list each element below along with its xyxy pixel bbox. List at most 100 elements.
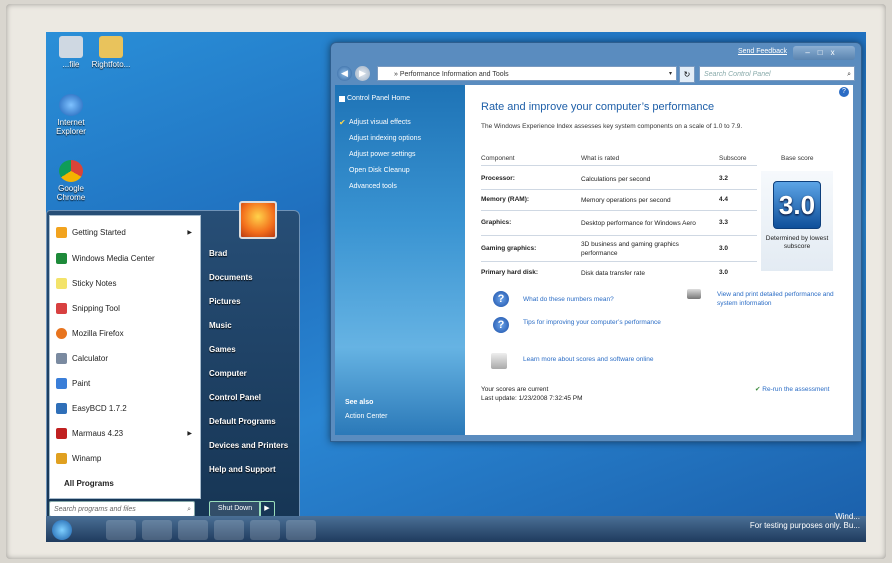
help-icon: ?: [493, 317, 509, 333]
start-item-help[interactable]: Help and Support: [209, 465, 276, 474]
program-item[interactable]: Sticky Notes: [56, 273, 196, 295]
print-details-link[interactable]: View and print detailed performance and …: [717, 290, 849, 308]
software-icon: [491, 353, 507, 369]
start-item-devices[interactable]: Devices and Printers: [209, 441, 288, 450]
program-label: Getting Started: [72, 228, 126, 237]
program-item[interactable]: Marmaus 4.23 ▶: [56, 423, 196, 445]
see-also-heading: See also: [345, 399, 374, 406]
programs-list: Getting Started ▶ Windows Media Center St…: [49, 215, 201, 499]
action-center-link[interactable]: Action Center: [345, 413, 387, 420]
forward-button[interactable]: ▶: [355, 66, 370, 81]
program-label: Snipping Tool: [72, 304, 120, 313]
program-item[interactable]: Paint: [56, 373, 196, 395]
title-bar[interactable]: Send Feedback –□x: [331, 43, 861, 63]
desktop-icon-photo[interactable]: Rightfoto...: [88, 36, 134, 69]
program-item[interactable]: EasyBCD 1.7.2: [56, 398, 196, 420]
program-item[interactable]: Mozilla Firefox: [56, 323, 196, 345]
row-what: Memory operations per second: [581, 196, 671, 204]
address-row: ◀ ▶ » Performance Information and Tools …: [335, 65, 857, 83]
link-label: Control Panel Home: [347, 95, 411, 102]
left-pane: Control Panel Home ✔ Adjust visual effec…: [335, 85, 465, 435]
taskbar-button[interactable]: [250, 520, 280, 540]
learn-more-link[interactable]: Learn more about scores and software onl…: [523, 355, 663, 364]
header-component: Component: [481, 155, 515, 162]
desktop-icon-chrome[interactable]: Google Chrome: [48, 160, 94, 202]
start-button[interactable]: [52, 520, 72, 540]
help-icon[interactable]: ?: [839, 87, 849, 97]
row-what: Disk data transfer rate: [581, 269, 645, 277]
program-item[interactable]: Snipping Tool: [56, 298, 196, 320]
media-center-icon: [56, 253, 67, 264]
program-label: Sticky Notes: [72, 279, 117, 288]
program-label: Marmaus 4.23: [72, 429, 124, 438]
row-component: Memory (RAM):: [481, 196, 530, 203]
chevron-down-icon[interactable]: ▾: [669, 67, 672, 82]
row-what: Desktop performance for Windows Aero: [581, 219, 696, 227]
adjust-indexing-link[interactable]: Adjust indexing options: [349, 135, 421, 142]
address-text: » Performance Information and Tools: [394, 71, 509, 78]
calculator-icon: [56, 353, 67, 364]
header-what: What is rated: [581, 155, 620, 162]
advanced-tools-link[interactable]: Advanced tools: [349, 183, 397, 190]
status-text: Your scores are current Last update: 1/2…: [481, 385, 583, 403]
row-what: Calculations per second: [581, 175, 651, 183]
disk-cleanup-link[interactable]: Open Disk Cleanup: [349, 167, 410, 174]
start-item-default-programs[interactable]: Default Programs: [209, 417, 276, 426]
user-avatar[interactable]: [239, 201, 277, 239]
start-item-music[interactable]: Music: [209, 321, 232, 330]
numbers-meaning-link[interactable]: What do these numbers mean?: [523, 296, 614, 303]
row-component: Processor:: [481, 175, 515, 182]
divider: [481, 210, 757, 211]
refresh-button[interactable]: ↻: [679, 66, 695, 83]
control-panel-search[interactable]: Search Control Panel ⌕: [699, 66, 855, 81]
shutdown-options-button[interactable]: ▶: [259, 501, 275, 517]
control-panel-home-link[interactable]: Control Panel Home: [339, 95, 411, 102]
send-feedback-link[interactable]: Send Feedback: [738, 48, 787, 55]
chevron-right-icon[interactable]: ▶: [187, 222, 192, 244]
row-component: Gaming graphics:: [481, 245, 537, 252]
main-content: ? Rate and improve your computer’s perfo…: [465, 85, 853, 435]
control-panel-icon: [339, 96, 345, 102]
row-subscore: 3.2: [719, 175, 729, 182]
start-item-control-panel[interactable]: Control Panel: [209, 393, 261, 402]
start-search-input[interactable]: Search programs and files ⌕: [49, 501, 195, 517]
winamp-icon: [56, 453, 67, 464]
program-label: EasyBCD 1.7.2: [72, 404, 127, 413]
tips-link[interactable]: Tips for improving your computer’s perfo…: [523, 318, 663, 327]
taskbar-button[interactable]: [106, 520, 136, 540]
taskbar-button[interactable]: [286, 520, 316, 540]
program-item[interactable]: Windows Media Center: [56, 248, 196, 270]
start-item-pictures[interactable]: Pictures: [209, 297, 241, 306]
program-item[interactable]: Calculator: [56, 348, 196, 370]
program-item[interactable]: Getting Started ▶: [56, 222, 196, 244]
desktop-icon-ie[interactable]: Internet Explorer: [48, 94, 94, 136]
page-title: Rate and improve your computer’s perform…: [481, 101, 715, 113]
start-item-games[interactable]: Games: [209, 345, 236, 354]
taskbar-button[interactable]: [214, 520, 244, 540]
taskbar-button[interactable]: [142, 520, 172, 540]
back-button[interactable]: ◀: [337, 66, 352, 81]
all-programs-button[interactable]: All Programs: [64, 479, 114, 488]
search-icon[interactable]: ⌕: [847, 67, 851, 82]
start-item-computer[interactable]: Computer: [209, 369, 247, 378]
desktop-icon-label: Internet Explorer: [56, 118, 86, 136]
row-component: Graphics:: [481, 219, 512, 226]
adjust-visual-effects-link[interactable]: ✔ Adjust visual effects: [339, 118, 411, 127]
adjust-power-link[interactable]: Adjust power settings: [349, 151, 416, 158]
start-item-documents[interactable]: Documents: [209, 273, 253, 282]
start-item-user[interactable]: Brad: [209, 249, 227, 258]
search-placeholder: Search programs and files: [54, 506, 136, 513]
chevron-right-icon[interactable]: ▶: [187, 423, 192, 445]
rerun-assessment-link[interactable]: ✔ Re-run the assessment: [755, 385, 829, 393]
snipping-tool-icon: [56, 303, 67, 314]
shutdown-button[interactable]: Shut Down: [209, 501, 261, 517]
desktop: ...file Rightfoto... Internet Explorer G…: [46, 32, 866, 542]
taskbar: [46, 516, 866, 542]
address-bar[interactable]: » Performance Information and Tools ▾: [377, 66, 677, 81]
program-item[interactable]: Winamp: [56, 448, 196, 470]
desktop-icon-label: Rightfoto...: [91, 60, 131, 69]
paint-icon: [56, 378, 67, 389]
window-controls[interactable]: –□x: [793, 46, 855, 60]
taskbar-button[interactable]: [178, 520, 208, 540]
last-update: Last update: 1/23/2008 7:32:45 PM: [481, 395, 583, 402]
